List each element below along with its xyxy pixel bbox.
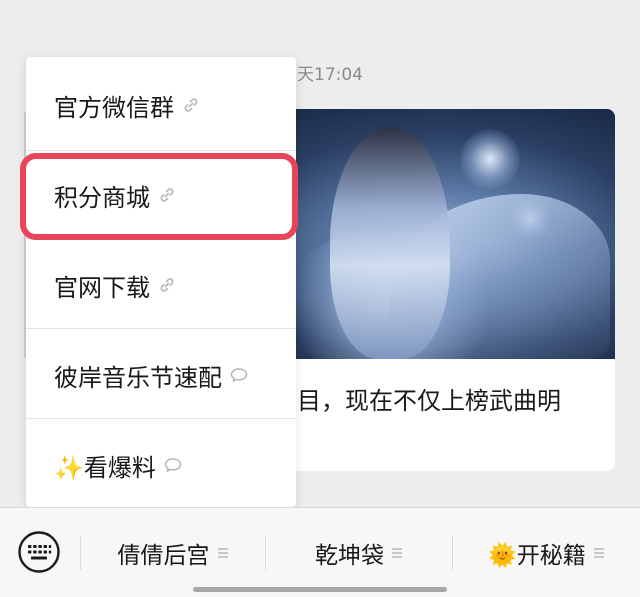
menu-lines-icon xyxy=(217,547,228,559)
menu-item-label: 彼岸音乐节速配 xyxy=(54,363,222,392)
bottom-menu-label: 倩倩后宫 xyxy=(117,542,210,569)
bottom-menu-label: 乾坤袋 xyxy=(315,542,384,569)
link-icon xyxy=(158,276,176,294)
chat-timestamp: 天17:04 xyxy=(297,65,363,85)
chat-bubble-icon xyxy=(230,367,248,383)
menu-item-label: ✨看爆料 xyxy=(54,453,156,482)
bottom-menu-label: 🌞开秘籍 xyxy=(488,542,586,569)
bottom-menu-bar: 倩倩后宫 乾坤袋 🌞开秘籍 xyxy=(0,507,640,597)
menu-lines-icon xyxy=(593,547,604,559)
article-title: 目，现在不仅上榜武曲明 xyxy=(297,387,561,415)
menu-item-label: 官方微信群 xyxy=(54,93,174,122)
link-icon xyxy=(182,96,200,114)
menu-item-official-wechat-group[interactable]: 官方微信群 xyxy=(26,60,296,150)
menu-item-see-leaks[interactable]: ✨看爆料 xyxy=(26,420,296,510)
bottom-menu-item-qiankun-bag[interactable]: 乾坤袋 xyxy=(265,508,452,597)
menu-item-official-site-download[interactable]: 官网下载 xyxy=(26,240,296,330)
menu-lines-icon xyxy=(392,547,402,559)
bottom-menu-item-open-secrets[interactable]: 🌞开秘籍 xyxy=(452,508,640,597)
home-indicator[interactable] xyxy=(193,587,447,592)
chat-bubble-icon xyxy=(164,457,182,473)
keyboard-toggle-button[interactable] xyxy=(17,530,61,574)
menu-item-label: 官网下载 xyxy=(54,273,150,302)
popup-menu: 官方微信群 积分商城 官网下载 彼岸音乐节速配 ✨看爆料 xyxy=(26,57,296,507)
highlight-box xyxy=(20,153,298,240)
menu-item-music-festival-match[interactable]: 彼岸音乐节速配 xyxy=(26,330,296,420)
bottom-menu-item-qianqian-harem[interactable]: 倩倩后宫 xyxy=(80,508,265,597)
keyboard-icon xyxy=(18,531,60,573)
